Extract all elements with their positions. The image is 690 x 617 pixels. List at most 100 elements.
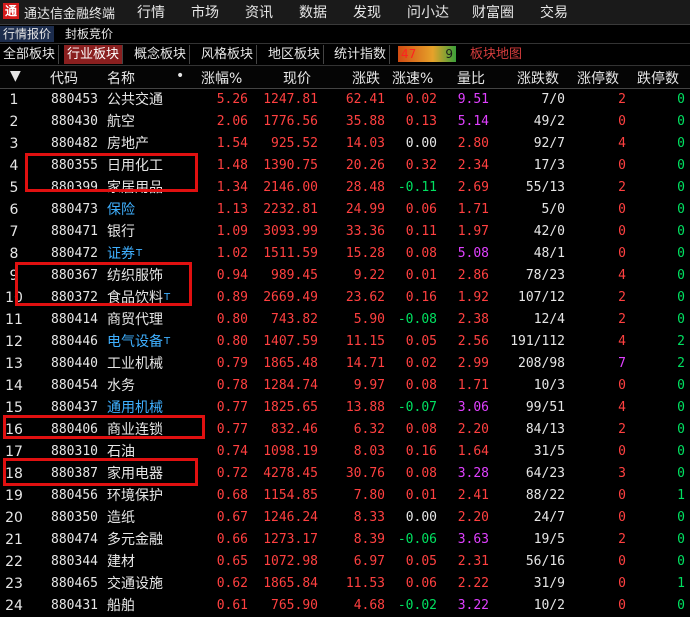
current-price: 1776.56 xyxy=(263,114,318,129)
current-price: 925.52 xyxy=(271,136,318,151)
table-row[interactable]: 20 880350 造纸 0.67 1246.24 8.33 0.00 2.20 24/7 0 0 xyxy=(0,507,690,529)
table-row[interactable]: 1 880453 公共交通 5.26 1247.81 62.41 0.02 9.51 7/0 2 0 xyxy=(0,89,690,111)
sector-name: 家用电器 xyxy=(107,466,163,482)
table-row[interactable]: 22 880344 建材 0.65 1072.98 6.97 0.05 2.31 56/16 0 0 xyxy=(0,551,690,573)
sector-name: 食品饮料T xyxy=(107,290,171,306)
price-change: 7.80 xyxy=(353,488,385,503)
menu-trade[interactable]: 交易 xyxy=(540,2,568,22)
menu-discover[interactable]: 发现 xyxy=(353,2,381,22)
price-change: 8.03 xyxy=(353,444,385,459)
table-row[interactable]: 11 880414 商贸代理 0.80 743.82 5.90 -0.08 2.38 12/4 2… xyxy=(0,309,690,331)
limit-up-count: 0 xyxy=(618,488,626,503)
table-row[interactable]: 7 880471 银行 1.09 3093.99 33.36 0.11 1.97 42/0 0 0 xyxy=(0,221,690,243)
tab-quotes[interactable]: 行情报价 xyxy=(0,26,55,42)
table-row[interactable]: 23 880465 交通设施 0.62 1865.84 11.53 0.06 2.22 31/9… xyxy=(0,573,690,595)
table-row[interactable]: 5 880399 家居用品 1.34 2146.00 28.48 -0.11 2.69 55/1… xyxy=(0,177,690,199)
table-row[interactable]: 13 880440 工业机械 0.79 1865.48 14.71 0.02 2.99 208/… xyxy=(0,353,690,375)
menu-ask[interactable]: 问小达 xyxy=(407,2,449,22)
current-price: 1284.74 xyxy=(263,378,318,393)
speed-pct: -0.08 xyxy=(397,312,437,327)
sector-name: 家居用品 xyxy=(107,180,163,196)
sector-code: 880472 xyxy=(51,246,98,261)
col-limit-up[interactable]: 涨停数 xyxy=(577,68,619,88)
col-ratio[interactable]: 量比 xyxy=(457,68,485,88)
menu-quotes[interactable]: 行情 xyxy=(137,2,165,22)
table-row[interactable]: 14 880454 水务 0.78 1284.74 9.97 0.08 1.71 10/3 0 0 xyxy=(0,375,690,397)
col-updown[interactable]: 涨跌数 xyxy=(517,68,559,88)
pct-change: 0.94 xyxy=(216,268,248,283)
table-row[interactable]: 3 880482 房地产 1.54 925.52 14.03 0.00 2.80 92/7 4 0 xyxy=(0,133,690,155)
menu-data[interactable]: 数据 xyxy=(299,2,327,22)
sector-code: 880456 xyxy=(51,488,98,503)
limit-up-count: 0 xyxy=(618,158,626,173)
menu-market[interactable]: 市场 xyxy=(191,2,219,22)
table-row[interactable]: 19 880456 环境保护 0.68 1154.85 7.80 0.01 2.41 88/22… xyxy=(0,485,690,507)
pct-change: 0.67 xyxy=(216,510,248,525)
limit-down-count: 1 xyxy=(677,488,685,503)
up-down-count: 10/2 xyxy=(533,598,565,613)
table-row[interactable]: 2 880430 航空 2.06 1776.56 35.88 0.13 5.14 49/2 0 0 xyxy=(0,111,690,133)
speed-pct: 0.02 xyxy=(405,356,437,371)
sector-code: 880471 xyxy=(51,224,98,239)
volume-ratio: 1.92 xyxy=(457,290,489,305)
sort-arrow-icon[interactable]: ▼ xyxy=(10,68,21,84)
up-down-count: 191/112 xyxy=(510,334,565,349)
volume-ratio: 2.99 xyxy=(457,356,489,371)
menu-wealth[interactable]: 财富圈 xyxy=(472,2,514,22)
table-row[interactable]: 17 880310 石油 0.74 1098.19 8.03 0.16 1.64 31/5 0 0 xyxy=(0,441,690,463)
sector-code: 880367 xyxy=(51,268,98,283)
margin-trade-marker: T xyxy=(136,248,143,259)
sector-name: 航空 xyxy=(107,114,135,130)
tab-concept-sectors[interactable]: 概念板块 xyxy=(131,45,191,64)
table-row[interactable]: 18 880387 家用电器 0.72 4278.45 30.76 0.08 3.28 64/2… xyxy=(0,463,690,485)
row-index: 8 xyxy=(9,246,19,262)
sector-name: 公共交通 xyxy=(107,92,163,108)
limit-up-count: 2 xyxy=(618,422,626,437)
limit-down-count: 0 xyxy=(677,158,685,173)
table-row[interactable]: 12 880446 电气设备T 0.80 1407.59 11.15 0.05 2.56 191… xyxy=(0,331,690,353)
sector-name: 日用化工 xyxy=(107,158,163,174)
limit-up-count: 3 xyxy=(618,466,626,481)
menu-news[interactable]: 资讯 xyxy=(245,2,273,22)
table-row[interactable]: 24 880431 船舶 0.61 765.90 4.68 -0.02 3.22 10/2 0 0 xyxy=(0,595,690,617)
tab-all-sectors[interactable]: 全部板块 xyxy=(0,45,60,64)
limit-down-count: 0 xyxy=(677,378,685,393)
col-code[interactable]: 代码 xyxy=(50,68,78,88)
volume-ratio: 2.69 xyxy=(457,180,489,195)
table-row[interactable]: 16 880406 商业连锁 0.77 832.46 6.32 0.08 2.20 84/13 2… xyxy=(0,419,690,441)
tab-style-sectors[interactable]: 风格板块 xyxy=(198,45,258,64)
pct-change: 0.80 xyxy=(216,312,248,327)
col-pct[interactable]: 涨幅% xyxy=(201,68,242,88)
volume-ratio: 2.56 xyxy=(457,334,489,349)
speed-pct: 0.00 xyxy=(405,136,437,151)
col-price[interactable]: 现价 xyxy=(283,68,311,88)
up-down-count: 64/23 xyxy=(525,466,565,481)
tab-seal-bid[interactable]: 封板竞价 xyxy=(62,26,116,42)
tab-region-sectors[interactable]: 地区板块 xyxy=(265,45,325,64)
pct-change: 0.68 xyxy=(216,488,248,503)
table-row[interactable]: 4 880355 日用化工 1.48 1390.75 20.26 0.32 2.34 17/3 0… xyxy=(0,155,690,177)
limit-up-count: 0 xyxy=(618,246,626,261)
pct-change: 0.78 xyxy=(216,378,248,393)
price-change: 6.32 xyxy=(353,422,385,437)
current-price: 1825.65 xyxy=(263,400,318,415)
sector-map-link[interactable]: 板块地图 xyxy=(470,45,522,64)
table-row[interactable]: 10 880372 食品饮料T 0.89 2669.49 23.62 0.16 1.92 107… xyxy=(0,287,690,309)
tab-industry-sectors[interactable]: 行业板块 xyxy=(64,45,124,64)
table-row[interactable]: 21 880474 多元金融 0.66 1273.17 8.39 -0.06 3.63 19/5… xyxy=(0,529,690,551)
sector-name: 保险 xyxy=(107,202,135,218)
col-name[interactable]: 名称 xyxy=(107,68,135,88)
col-change[interactable]: 涨跌 xyxy=(352,68,380,88)
speed-pct: -0.02 xyxy=(397,598,437,613)
sector-name: 银行 xyxy=(107,224,135,240)
table-row[interactable]: 6 880473 保险 1.13 2232.81 24.99 0.06 1.71 5/0 0 0 xyxy=(0,199,690,221)
tab-stat-index[interactable]: 统计指数 xyxy=(331,45,391,64)
sector-code: 880372 xyxy=(51,290,98,305)
col-speed[interactable]: 涨速% xyxy=(392,68,433,88)
price-change: 8.33 xyxy=(353,510,385,525)
col-limit-down[interactable]: 跌停数 xyxy=(637,68,679,88)
table-row[interactable]: 8 880472 证券T 1.02 1511.59 15.28 0.08 5.08 48/1 0 0 xyxy=(0,243,690,265)
table-row[interactable]: 9 880367 纺织服饰 0.94 989.45 9.22 0.01 2.86 78/23 4 0 xyxy=(0,265,690,287)
speed-pct: 0.08 xyxy=(405,378,437,393)
table-row[interactable]: 15 880437 通用机械 0.77 1825.65 13.88 -0.07 3.06 99/… xyxy=(0,397,690,419)
